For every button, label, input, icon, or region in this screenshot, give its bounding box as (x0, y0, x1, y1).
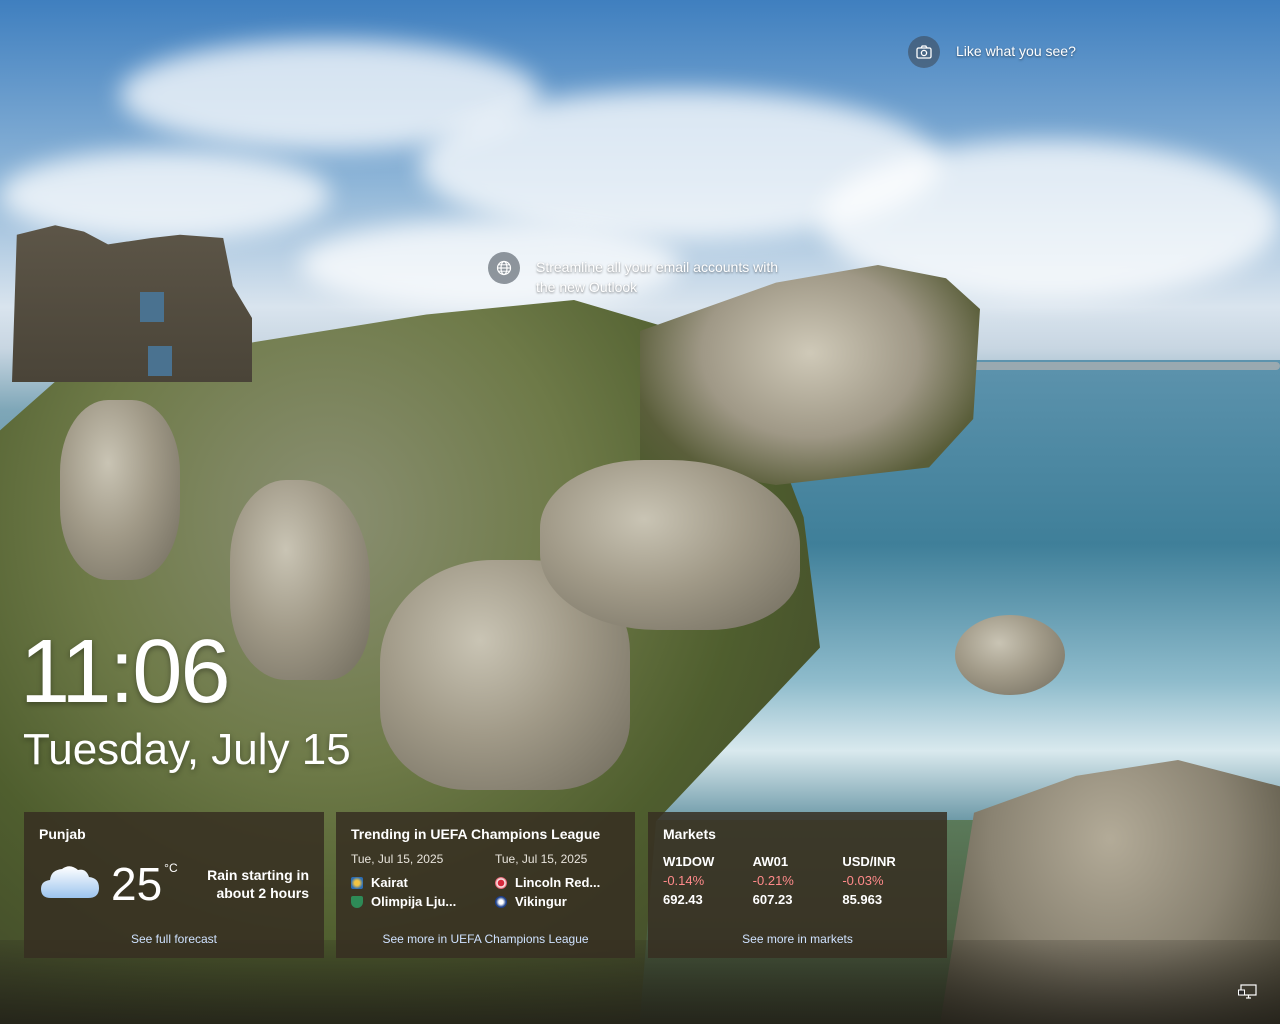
market-item[interactable]: W1DOW -0.14% 692.43 (663, 852, 753, 909)
market-value: 85.963 (842, 892, 883, 907)
market-name: W1DOW (663, 854, 715, 869)
clock-date: Tuesday, July 15 (23, 725, 351, 774)
camera-icon (908, 36, 940, 68)
sports-card[interactable]: Trending in UEFA Champions League Tue, J… (336, 812, 635, 958)
market-value: 692.43 (663, 892, 703, 907)
market-name: AW01 (752, 854, 789, 869)
team-row: Lincoln Red... (495, 873, 613, 892)
rock (540, 460, 800, 630)
market-change: -0.03% (842, 873, 884, 888)
weather-condition: Rain starting in about 2 hours (207, 866, 309, 902)
weather-row: 25 °C Rain starting in about 2 hours (39, 859, 309, 909)
rock (230, 480, 370, 680)
market-change: -0.14% (663, 873, 705, 888)
market-item[interactable]: USD/INR -0.03% 85.963 (842, 852, 932, 909)
weather-temperature: 25 (111, 858, 163, 910)
see-full-forecast-link[interactable]: See full forecast (24, 932, 324, 946)
markets-card[interactable]: Markets W1DOW -0.14% 692.43 AW01 -0.21% … (648, 812, 947, 958)
network-icon[interactable] (1238, 984, 1258, 1000)
market-value: 607.23 (752, 892, 793, 907)
globe-icon (488, 252, 520, 284)
markets-title: Markets (663, 826, 716, 842)
team-row: Olimpija Lju... (351, 892, 469, 911)
match-date: Tue, Jul 15, 2025 (351, 852, 444, 866)
rock (955, 615, 1065, 695)
team-name: Olimpija Lju... (371, 894, 457, 909)
markets-list: W1DOW -0.14% 692.43 AW01 -0.21% 607.23 U… (663, 852, 932, 909)
cloud-icon (39, 862, 101, 907)
team-name: Vikingur (515, 894, 567, 909)
market-name: USD/INR (842, 854, 896, 869)
clock-time: 11:06 (20, 622, 231, 722)
match-date: Tue, Jul 15, 2025 (495, 852, 588, 866)
weather-unit: °C (164, 861, 178, 875)
team-row: Kairat (351, 873, 469, 892)
headland (640, 265, 980, 485)
see-more-markets-link[interactable]: See more in markets (648, 932, 947, 946)
outlook-promo-hotspot[interactable]: Streamline all your email accounts with … (488, 252, 778, 297)
market-change: -0.21% (752, 873, 794, 888)
team-name: Lincoln Red... (515, 875, 601, 890)
outlook-promo-line2: the new Outlook (536, 279, 638, 295)
weather-card[interactable]: Punjab 25 °C Rain starting in about 2 ho… (24, 812, 324, 958)
team-row: Vikingur (495, 892, 613, 911)
castle-window (148, 346, 172, 376)
castle-ruin (12, 225, 252, 382)
cloud (0, 150, 330, 240)
weather-condition-line2: about 2 hours (216, 885, 309, 901)
team-badge-icon (495, 876, 507, 889)
distant-land (960, 362, 1280, 370)
see-more-ucl-link[interactable]: See more in UEFA Champions League (336, 932, 635, 946)
team-badge-icon (351, 895, 363, 908)
castle-window (140, 292, 164, 322)
outlook-promo-text: Streamline all your email accounts with … (536, 252, 778, 297)
weather-location: Punjab (39, 826, 86, 842)
outlook-promo-line1: Streamline all your email accounts with (536, 259, 778, 275)
lock-screen: Like what you see? Streamline all your e… (0, 0, 1280, 1024)
weather-condition-line1: Rain starting in (207, 867, 309, 883)
team-badge-icon (351, 876, 363, 889)
like-what-you-see-label: Like what you see? (956, 43, 1076, 59)
rock (60, 400, 180, 580)
match-item[interactable]: Tue, Jul 15, 2025 Kairat Olimpija Lju... (351, 851, 469, 911)
matches: Tue, Jul 15, 2025 Kairat Olimpija Lju...… (351, 851, 620, 911)
team-badge-icon (495, 895, 507, 908)
sports-title: Trending in UEFA Champions League (351, 826, 601, 842)
market-item[interactable]: AW01 -0.21% 607.23 (753, 852, 843, 909)
match-item[interactable]: Tue, Jul 15, 2025 Lincoln Red... Vikingu… (495, 851, 613, 911)
team-name: Kairat (371, 875, 408, 890)
like-what-you-see-hotspot[interactable]: Like what you see? (908, 36, 1076, 68)
